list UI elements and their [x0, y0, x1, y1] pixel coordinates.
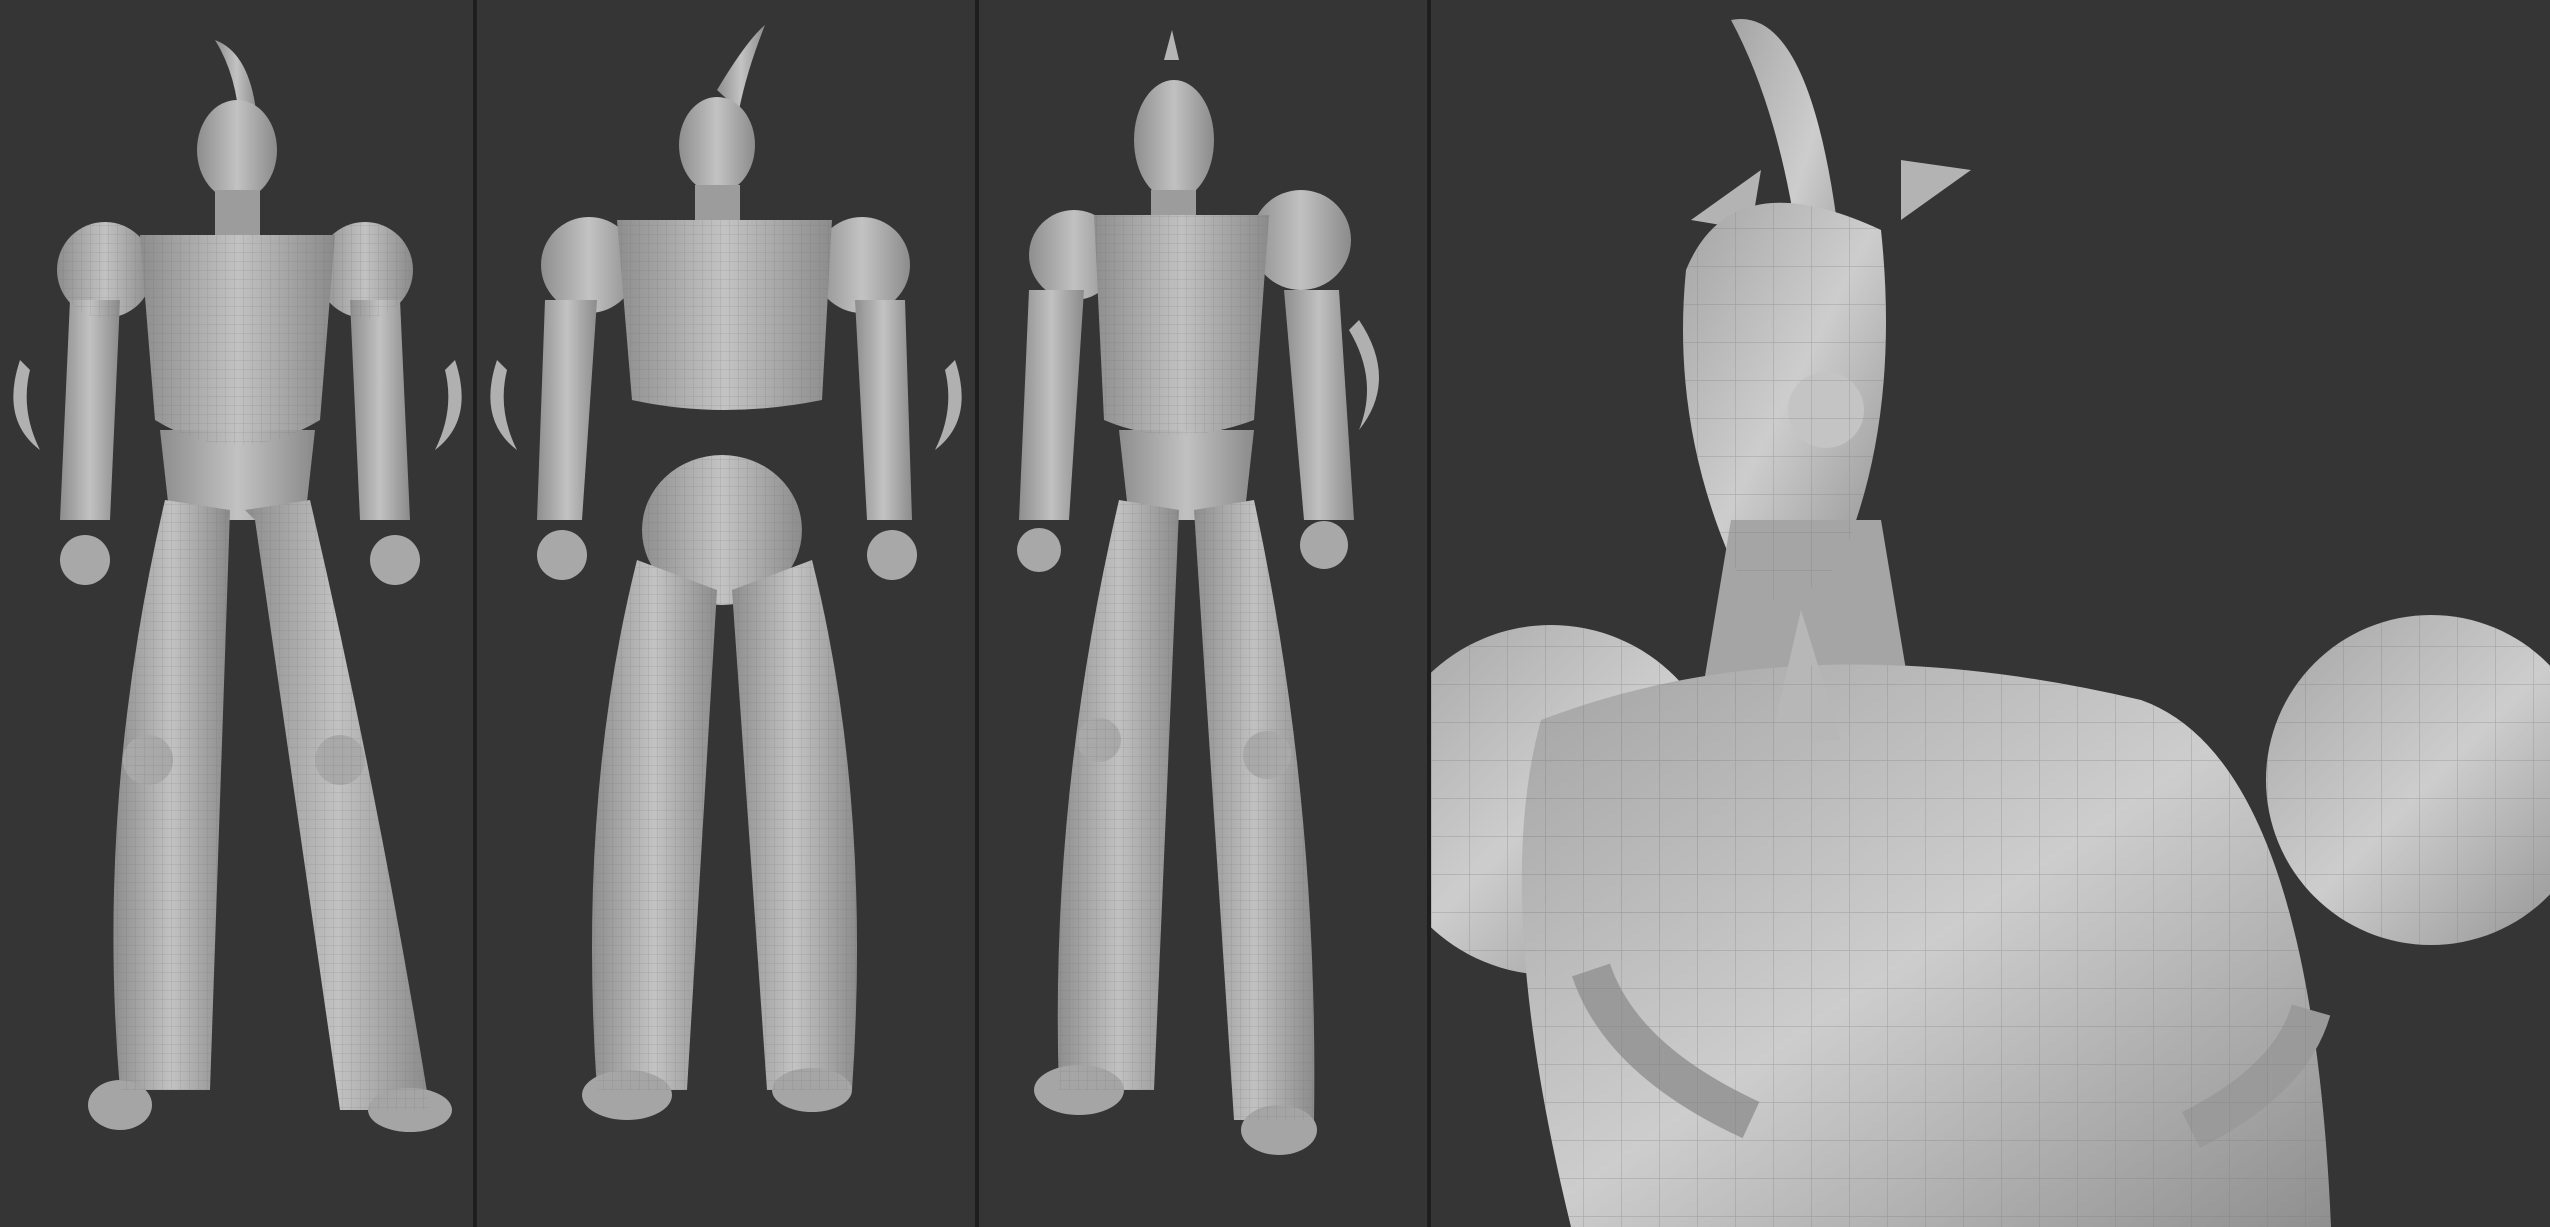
viewport-three-quarter[interactable] — [979, 0, 1427, 1227]
back-wireframe — [592, 220, 857, 1090]
viewport-back[interactable] — [477, 0, 975, 1227]
viewport-front[interactable] — [0, 0, 473, 1227]
three-quarter-figure — [1017, 30, 1379, 1155]
front-figure — [13, 40, 462, 1132]
model-sheet — [0, 0, 2550, 1227]
closeup-figure — [1431, 19, 2550, 1227]
three-quarter-wireframe — [1057, 215, 1315, 1120]
back-figure — [490, 25, 962, 1120]
viewport-closeup[interactable] — [1431, 0, 2550, 1227]
closeup-wireframe — [1431, 202, 2550, 1227]
